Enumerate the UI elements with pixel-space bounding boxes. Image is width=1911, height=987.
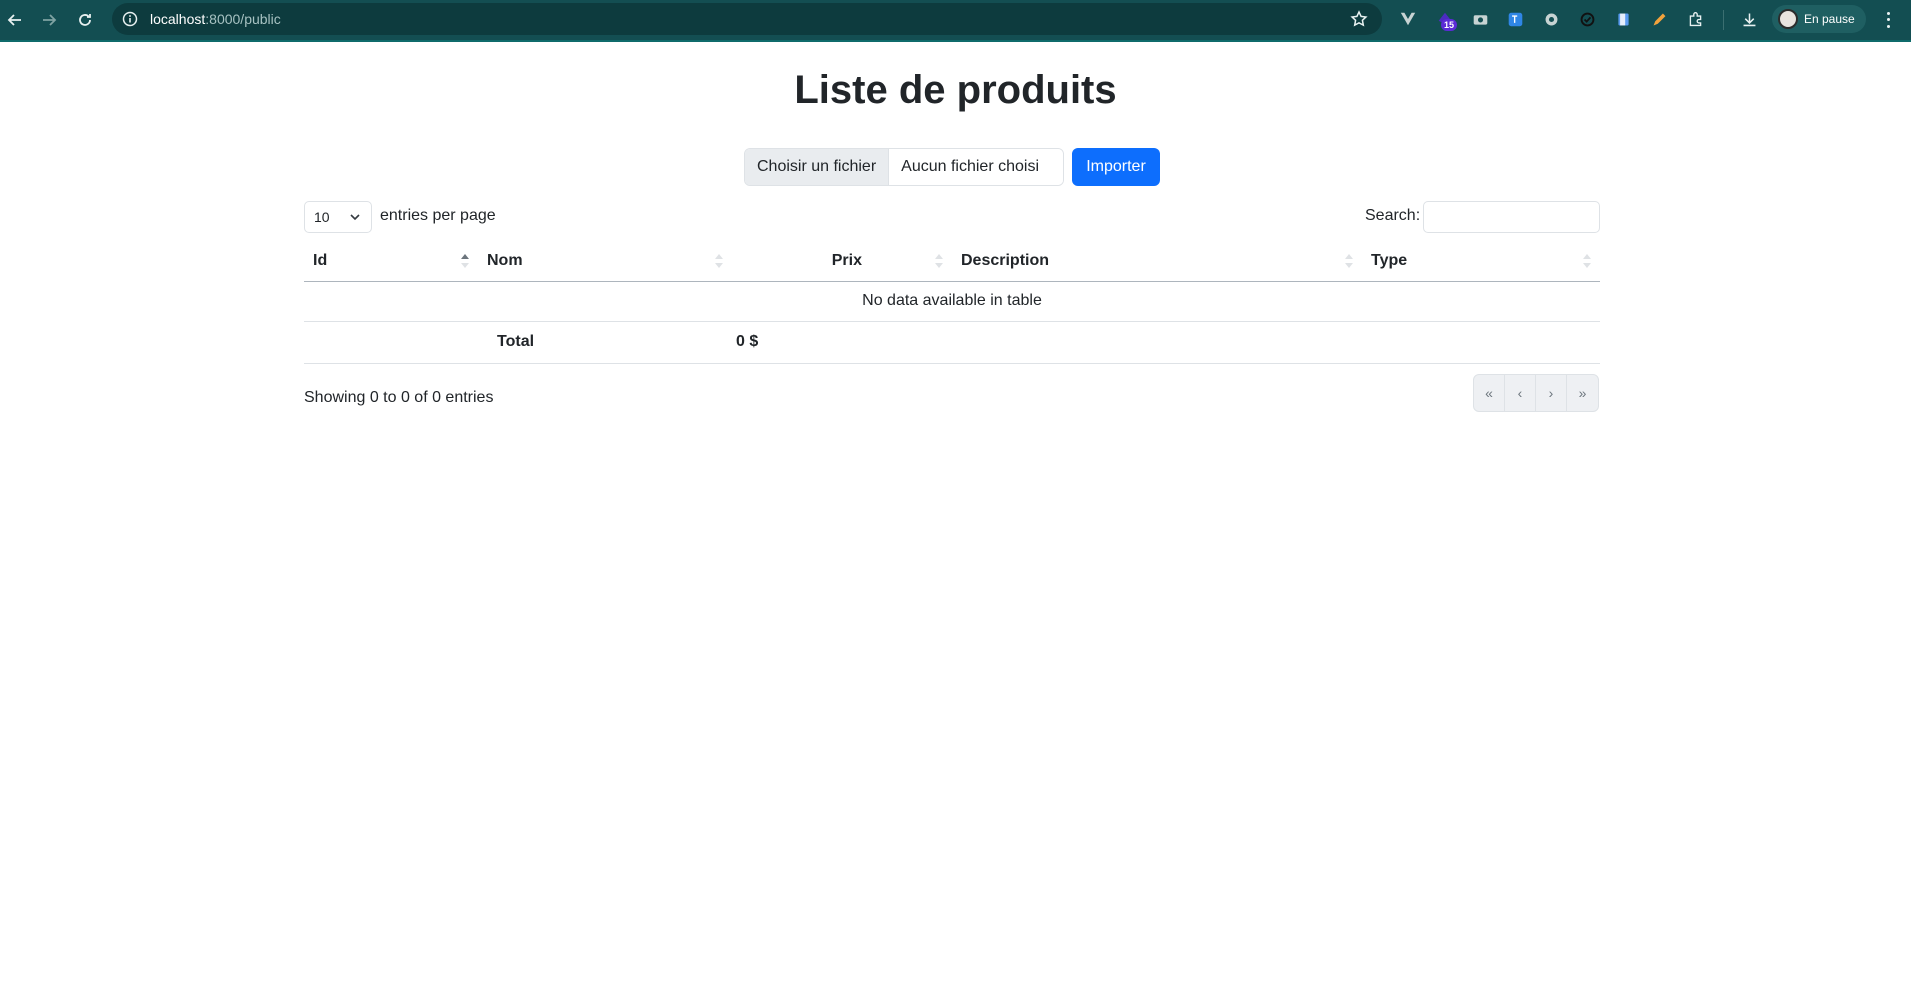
column-header-label: Type: [1371, 251, 1408, 269]
check-circle-icon[interactable]: [1577, 9, 1597, 29]
camera-icon[interactable]: [1470, 9, 1490, 29]
page-title: Liste de produits: [794, 68, 1117, 112]
avatar: [1778, 9, 1798, 29]
footer-total-label: Total: [478, 321, 732, 364]
next-page-button[interactable]: ›: [1536, 375, 1567, 411]
globe-icon[interactable]: [1541, 9, 1561, 29]
file-input[interactable]: Choisir un fichier Aucun fichier choisi: [744, 148, 1064, 186]
entries-per-page-select[interactable]: 10: [304, 201, 372, 233]
choose-file-button[interactable]: Choisir un fichier: [745, 149, 890, 185]
import-button[interactable]: Importer: [1072, 148, 1160, 186]
footer-cell: [1362, 321, 1600, 364]
empty-table-message: No data available in table: [304, 281, 1600, 322]
file-status-text: Aucun fichier choisi: [889, 149, 1063, 185]
table-row: No data available in table: [304, 281, 1600, 322]
search-label: Search:: [1365, 207, 1421, 224]
url-path: :8000/public: [205, 11, 281, 27]
back-icon[interactable]: [2, 7, 28, 33]
footer-total-value: 0 $: [732, 321, 952, 364]
translate-icon[interactable]: [1505, 9, 1525, 29]
site-info-icon[interactable]: [122, 11, 138, 27]
url-text: localhost:8000/public: [150, 11, 281, 27]
entries-per-page-value: 10: [314, 209, 330, 225]
browser-toolbar: localhost:8000/public 15 En pause: [0, 0, 1911, 42]
column-header-label: Id: [313, 251, 328, 269]
sort-icon: [715, 254, 723, 268]
entries-per-page-label: entries per page: [380, 207, 496, 224]
sort-ascending-icon: [461, 254, 469, 268]
column-header-label: Description: [961, 251, 1050, 269]
column-header-description[interactable]: Description: [952, 241, 1362, 282]
footer-cell: [304, 321, 478, 364]
document-icon[interactable]: [1613, 9, 1633, 29]
download-icon[interactable]: [1739, 9, 1759, 29]
sort-icon: [1583, 254, 1591, 268]
column-header-prix[interactable]: Prix: [732, 241, 952, 282]
address-bar[interactable]: localhost:8000/public: [112, 3, 1382, 35]
sort-icon: [1345, 254, 1353, 268]
forward-icon[interactable]: [36, 7, 62, 33]
url-host: localhost: [150, 11, 206, 27]
pagination: « ‹ › »: [1473, 374, 1599, 412]
menu-kebab-icon[interactable]: [1880, 10, 1896, 30]
last-page-button[interactable]: »: [1567, 375, 1598, 411]
reload-icon[interactable]: [72, 7, 98, 33]
extension-badge: 15: [1441, 19, 1458, 31]
table-info: Showing 0 to 0 of 0 entries: [304, 389, 494, 406]
products-table: Id Nom Prix Description Type No data ava…: [304, 241, 1600, 364]
column-header-nom[interactable]: Nom: [478, 241, 732, 282]
chevron-down-icon: [350, 214, 360, 221]
first-page-button[interactable]: «: [1474, 375, 1505, 411]
previous-page-button[interactable]: ‹: [1505, 375, 1536, 411]
column-header-label: Prix: [831, 251, 862, 269]
puzzle-icon[interactable]: [1685, 9, 1705, 29]
sort-icon: [935, 254, 943, 268]
search-input[interactable]: [1423, 201, 1600, 233]
column-header-type[interactable]: Type: [1362, 241, 1600, 282]
vue-devtools-icon[interactable]: [1398, 9, 1418, 29]
table-footer-row: Total 0 $: [304, 321, 1600, 364]
column-header-label: Nom: [487, 251, 523, 269]
column-header-id[interactable]: Id: [304, 241, 478, 282]
bookmark-star-icon[interactable]: [1350, 10, 1368, 28]
profile-button[interactable]: En pause: [1772, 5, 1866, 33]
pencil-icon[interactable]: [1649, 9, 1669, 29]
profile-label: En pause: [1804, 12, 1855, 26]
toolbar-separator: [1723, 10, 1724, 30]
footer-cell: [952, 321, 1362, 364]
